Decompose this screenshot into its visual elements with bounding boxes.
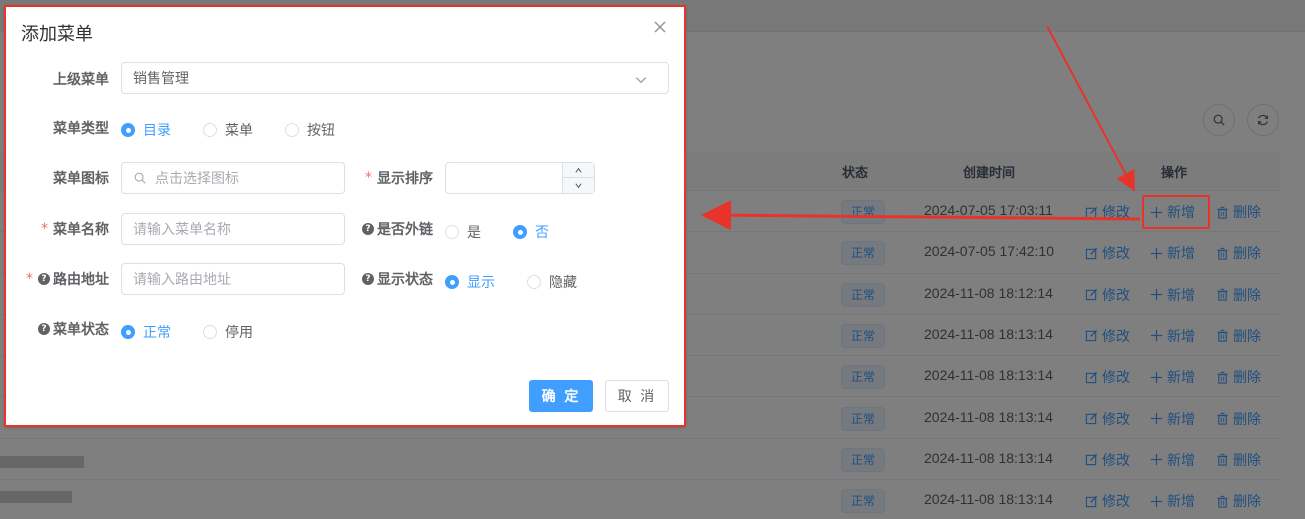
- menu-status-radio-normal[interactable]: 正常: [121, 322, 171, 342]
- external-link-radio-yes[interactable]: 是: [445, 222, 481, 242]
- radio-dot: [121, 123, 135, 137]
- radio-dot: [203, 325, 217, 339]
- display-status-radio-show[interactable]: 显示: [445, 272, 495, 292]
- close-icon: [654, 21, 666, 33]
- route-path-input[interactable]: 请输入路由地址: [121, 263, 345, 295]
- parent-menu-label: 上级菜单: [53, 72, 109, 88]
- confirm-button[interactable]: 确 定: [529, 380, 593, 412]
- question-icon[interactable]: ?: [362, 223, 374, 235]
- menu-name-label: * 菜单名称: [41, 221, 109, 238]
- menu-icon-input[interactable]: 点击选择图标: [121, 162, 345, 194]
- chevron-down-icon: [635, 77, 647, 84]
- chevron-down-icon: [575, 183, 582, 189]
- radio-dot: [513, 225, 527, 239]
- menu-name-input[interactable]: 请输入菜单名称: [121, 213, 345, 245]
- menu-icon-label: 菜单图标: [53, 171, 109, 187]
- required-mark: *: [41, 221, 48, 237]
- decrease-button[interactable]: [563, 178, 594, 193]
- add-menu-dialog: 添加菜单 上级菜单 销售管理 菜单类型 目录 菜单 按钮 菜单图标 点击选择图标…: [5, 6, 685, 426]
- menu-type-radio-menu[interactable]: 菜单: [203, 120, 253, 140]
- radio-dot: [445, 225, 459, 239]
- radio-dot: [285, 123, 299, 137]
- parent-menu-select[interactable]: 销售管理: [121, 62, 669, 94]
- question-icon[interactable]: ?: [38, 273, 50, 285]
- menu-status-label: ? 菜单状态: [5, 313, 109, 345]
- increase-button[interactable]: [563, 163, 594, 178]
- number-stepper[interactable]: [562, 163, 594, 193]
- menu-status-radio-disabled[interactable]: 停用: [203, 322, 253, 342]
- radio-dot: [121, 325, 135, 339]
- radio-dot: [527, 275, 541, 289]
- radio-dot: [445, 275, 459, 289]
- menu-type-radio-directory[interactable]: 目录: [121, 120, 171, 140]
- search-icon: [134, 172, 146, 184]
- dialog-title: 添加菜单: [21, 24, 93, 45]
- chevron-up-icon: [575, 167, 582, 173]
- required-mark: *: [26, 271, 33, 287]
- external-link-label: ? 是否外链: [345, 213, 433, 245]
- display-status-radio-hide[interactable]: 隐藏: [527, 272, 577, 292]
- route-path-label: *? 路由地址: [26, 271, 109, 288]
- required-mark: *: [365, 170, 372, 186]
- menu-type-label: 菜单类型: [53, 121, 109, 137]
- external-link-radio-no[interactable]: 否: [513, 222, 549, 242]
- display-status-label: ? 显示状态: [345, 263, 433, 295]
- parent-menu-value: 销售管理: [133, 71, 189, 87]
- close-button[interactable]: [653, 20, 667, 34]
- question-icon[interactable]: ?: [38, 323, 50, 335]
- question-icon[interactable]: ?: [362, 273, 374, 285]
- menu-type-radio-button[interactable]: 按钮: [285, 120, 335, 140]
- radio-dot: [203, 123, 217, 137]
- display-order-input[interactable]: [445, 162, 595, 194]
- cancel-button[interactable]: 取 消: [605, 380, 669, 412]
- display-order-label: * 显示排序: [365, 170, 433, 187]
- add-button-annotation-box: [1142, 195, 1210, 229]
